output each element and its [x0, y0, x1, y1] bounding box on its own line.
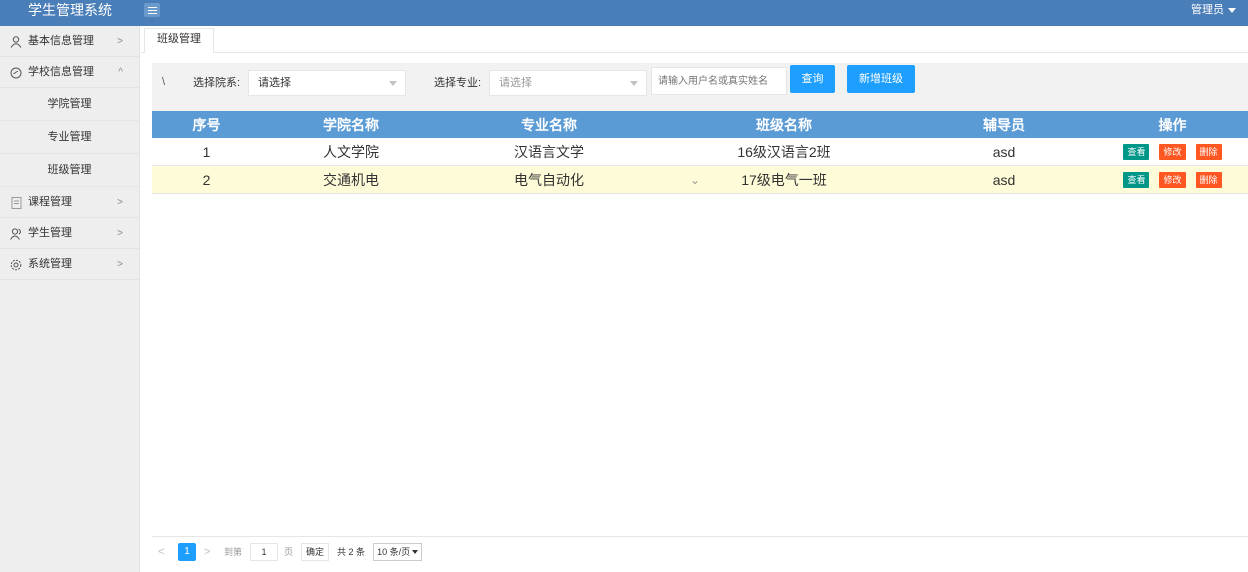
query-button[interactable]: 查询 — [790, 65, 835, 93]
filter-slash: \ — [162, 76, 166, 88]
chevron-right-icon: > — [117, 197, 123, 208]
sidebar-subitem-major[interactable]: 专业管理 — [0, 121, 139, 154]
cell-no: 1 — [202, 143, 211, 160]
cell-college: 交通机电 — [323, 171, 379, 188]
class-table: 序号 学院名称 专业名称 班级名称 辅导员 操作 1 人文学院 汉语言文学 16… — [152, 111, 1248, 194]
sidebar-item-label: 基本信息管理 — [28, 35, 94, 47]
cell-ops: 查看 修改 删除 — [1097, 166, 1248, 193]
sidebar-item-label: 课程管理 — [28, 196, 72, 208]
chevron-up-icon: ^ — [118, 67, 123, 78]
users-icon — [9, 218, 23, 249]
cell-major: 汉语言文学 — [514, 143, 584, 160]
chevron-right-icon: > — [117, 228, 123, 239]
cell-counselor: asd — [992, 171, 1016, 188]
dept-select[interactable]: 请选择 — [248, 70, 406, 96]
chevron-right-icon: > — [117, 259, 123, 270]
header-no: 序号 — [192, 116, 221, 133]
major-label: 选择专业: — [434, 77, 482, 89]
cell-counselor: asd — [992, 143, 1016, 160]
pagination: < 1 > 到第 1 页 确定 共 2 条 10 条/页 — [152, 536, 1248, 566]
dropdown-arrow-icon — [389, 81, 397, 86]
clock-icon — [9, 57, 23, 88]
dropdown-arrow-icon — [630, 81, 638, 86]
dept-select-value: 请选择 — [258, 77, 291, 89]
menu-toggle-icon[interactable] — [144, 3, 160, 17]
sidebar: 基本信息管理 > 学校信息管理 ^ 学院管理 专业管理 班级管理 课程管理 > … — [0, 26, 140, 572]
header-class: 班级名称 — [756, 116, 812, 133]
cell-major: 电气自动化 — [514, 171, 584, 188]
total-count: 共 2 条 — [337, 547, 366, 557]
page-current[interactable]: 1 — [178, 542, 196, 561]
sidebar-item-student[interactable]: 学生管理 > — [0, 218, 139, 249]
top-header: 学生管理系统 管理员 — [0, 0, 1248, 26]
dropdown-arrow-icon — [412, 549, 419, 554]
header-college: 学院名称 — [323, 116, 379, 133]
table-row[interactable]: 1 人文学院 汉语言文学 16级汉语言2班 asd 查看 修改 删除 — [152, 138, 1248, 166]
page-confirm-button[interactable]: 确定 — [301, 542, 330, 561]
sidebar-item-basic-info[interactable]: 基本信息管理 > — [0, 26, 139, 57]
view-button[interactable]: 查看 — [1123, 143, 1150, 160]
major-select[interactable]: 请选择 — [489, 70, 647, 96]
header-major: 专业名称 — [521, 116, 577, 133]
cell-ops: 查看 修改 删除 — [1097, 138, 1248, 165]
edit-button[interactable]: 修改 — [1159, 171, 1186, 188]
header-ops: 操作 — [1158, 116, 1187, 133]
sidebar-subitem-class[interactable]: 班级管理 — [0, 154, 139, 187]
sidebar-item-course[interactable]: 课程管理 > — [0, 187, 139, 218]
next-page-icon[interactable]: > — [204, 546, 218, 558]
chevron-right-icon: > — [117, 36, 123, 47]
add-class-button[interactable]: 新增班级 — [847, 65, 915, 93]
tab-bar: 班级管理 — [141, 26, 1248, 53]
user-menu[interactable]: 管理员 — [1191, 0, 1236, 20]
cell-no: 2 — [202, 171, 211, 188]
document-icon — [9, 187, 23, 218]
sidebar-subitem-college[interactable]: 学院管理 — [0, 88, 139, 121]
header-counselor: 辅导员 — [983, 116, 1025, 133]
chevron-down-icon[interactable]: ⌄ — [685, 166, 705, 194]
user-icon — [9, 26, 23, 57]
user-name: 管理员 — [1191, 4, 1224, 16]
goto-label: 到第 — [224, 547, 243, 557]
sidebar-item-school-info[interactable]: 学校信息管理 ^ — [0, 57, 139, 88]
app-brand: 学生管理系统 — [28, 2, 112, 18]
sidebar-item-system[interactable]: 系统管理 > — [0, 249, 139, 280]
table-row[interactable]: 2 交通机电 电气自动化 17级电气一班 asd 查看 修改 删除 ⌄ — [152, 166, 1248, 194]
main-content: 班级管理 \ 选择院系: 请选择 选择专业: 请选择 查询 新增班级 序号 学院… — [141, 26, 1248, 572]
major-select-value: 请选择 — [499, 77, 532, 89]
gear-icon — [9, 249, 23, 280]
sidebar-item-label: 学校信息管理 — [28, 66, 94, 78]
tab-class-management[interactable]: 班级管理 — [144, 28, 214, 53]
delete-button[interactable]: 删除 — [1195, 143, 1222, 160]
sidebar-item-label: 系统管理 — [28, 258, 72, 270]
view-button[interactable]: 查看 — [1123, 171, 1150, 188]
page-unit-label: 页 — [284, 547, 294, 557]
page-size-select[interactable]: 10 条/页 — [373, 542, 423, 561]
search-input[interactable] — [651, 67, 787, 95]
caret-down-icon — [1228, 7, 1236, 13]
cell-class: 16级汉语言2班 — [737, 143, 831, 160]
prev-page-icon[interactable]: < — [158, 546, 172, 558]
dept-label: 选择院系: — [193, 77, 241, 89]
delete-button[interactable]: 删除 — [1195, 171, 1222, 188]
table-header: 序号 学院名称 专业名称 班级名称 辅导员 操作 — [152, 111, 1248, 138]
sidebar-item-label: 学生管理 — [28, 227, 72, 239]
page-jump-input[interactable]: 1 — [250, 542, 279, 561]
cell-college: 人文学院 — [323, 143, 379, 160]
edit-button[interactable]: 修改 — [1159, 143, 1186, 160]
page-size-value: 10 条/页 — [377, 546, 411, 557]
